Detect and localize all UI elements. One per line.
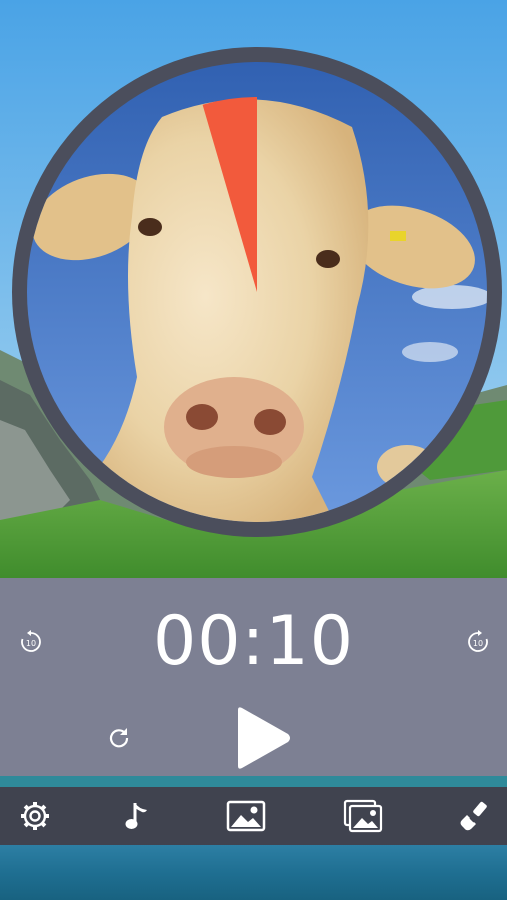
gear-icon bbox=[21, 802, 49, 830]
svg-text:10: 10 bbox=[473, 639, 483, 648]
gallery-icon bbox=[343, 799, 383, 833]
svg-text:10: 10 bbox=[26, 639, 36, 648]
play-button[interactable] bbox=[234, 706, 294, 770]
water-background bbox=[0, 845, 507, 900]
forward-10-icon[interactable]: 10 bbox=[465, 629, 491, 655]
music-note-icon bbox=[125, 803, 147, 829]
divider-strip bbox=[0, 776, 507, 787]
gallery-button[interactable] bbox=[333, 787, 393, 845]
image-icon bbox=[226, 800, 266, 832]
image-button[interactable] bbox=[216, 787, 276, 845]
theme-button[interactable] bbox=[445, 787, 505, 845]
play-icon bbox=[238, 707, 290, 769]
sound-button[interactable] bbox=[108, 787, 168, 845]
reset-icon[interactable] bbox=[106, 725, 132, 751]
replay-10-icon[interactable]: 10 bbox=[18, 629, 44, 655]
settings-button[interactable] bbox=[5, 787, 65, 845]
bottom-toolbar bbox=[0, 787, 507, 845]
timer-display: 00:10 bbox=[153, 602, 354, 681]
timer-dial[interactable] bbox=[12, 47, 502, 537]
brush-icon bbox=[460, 801, 487, 831]
